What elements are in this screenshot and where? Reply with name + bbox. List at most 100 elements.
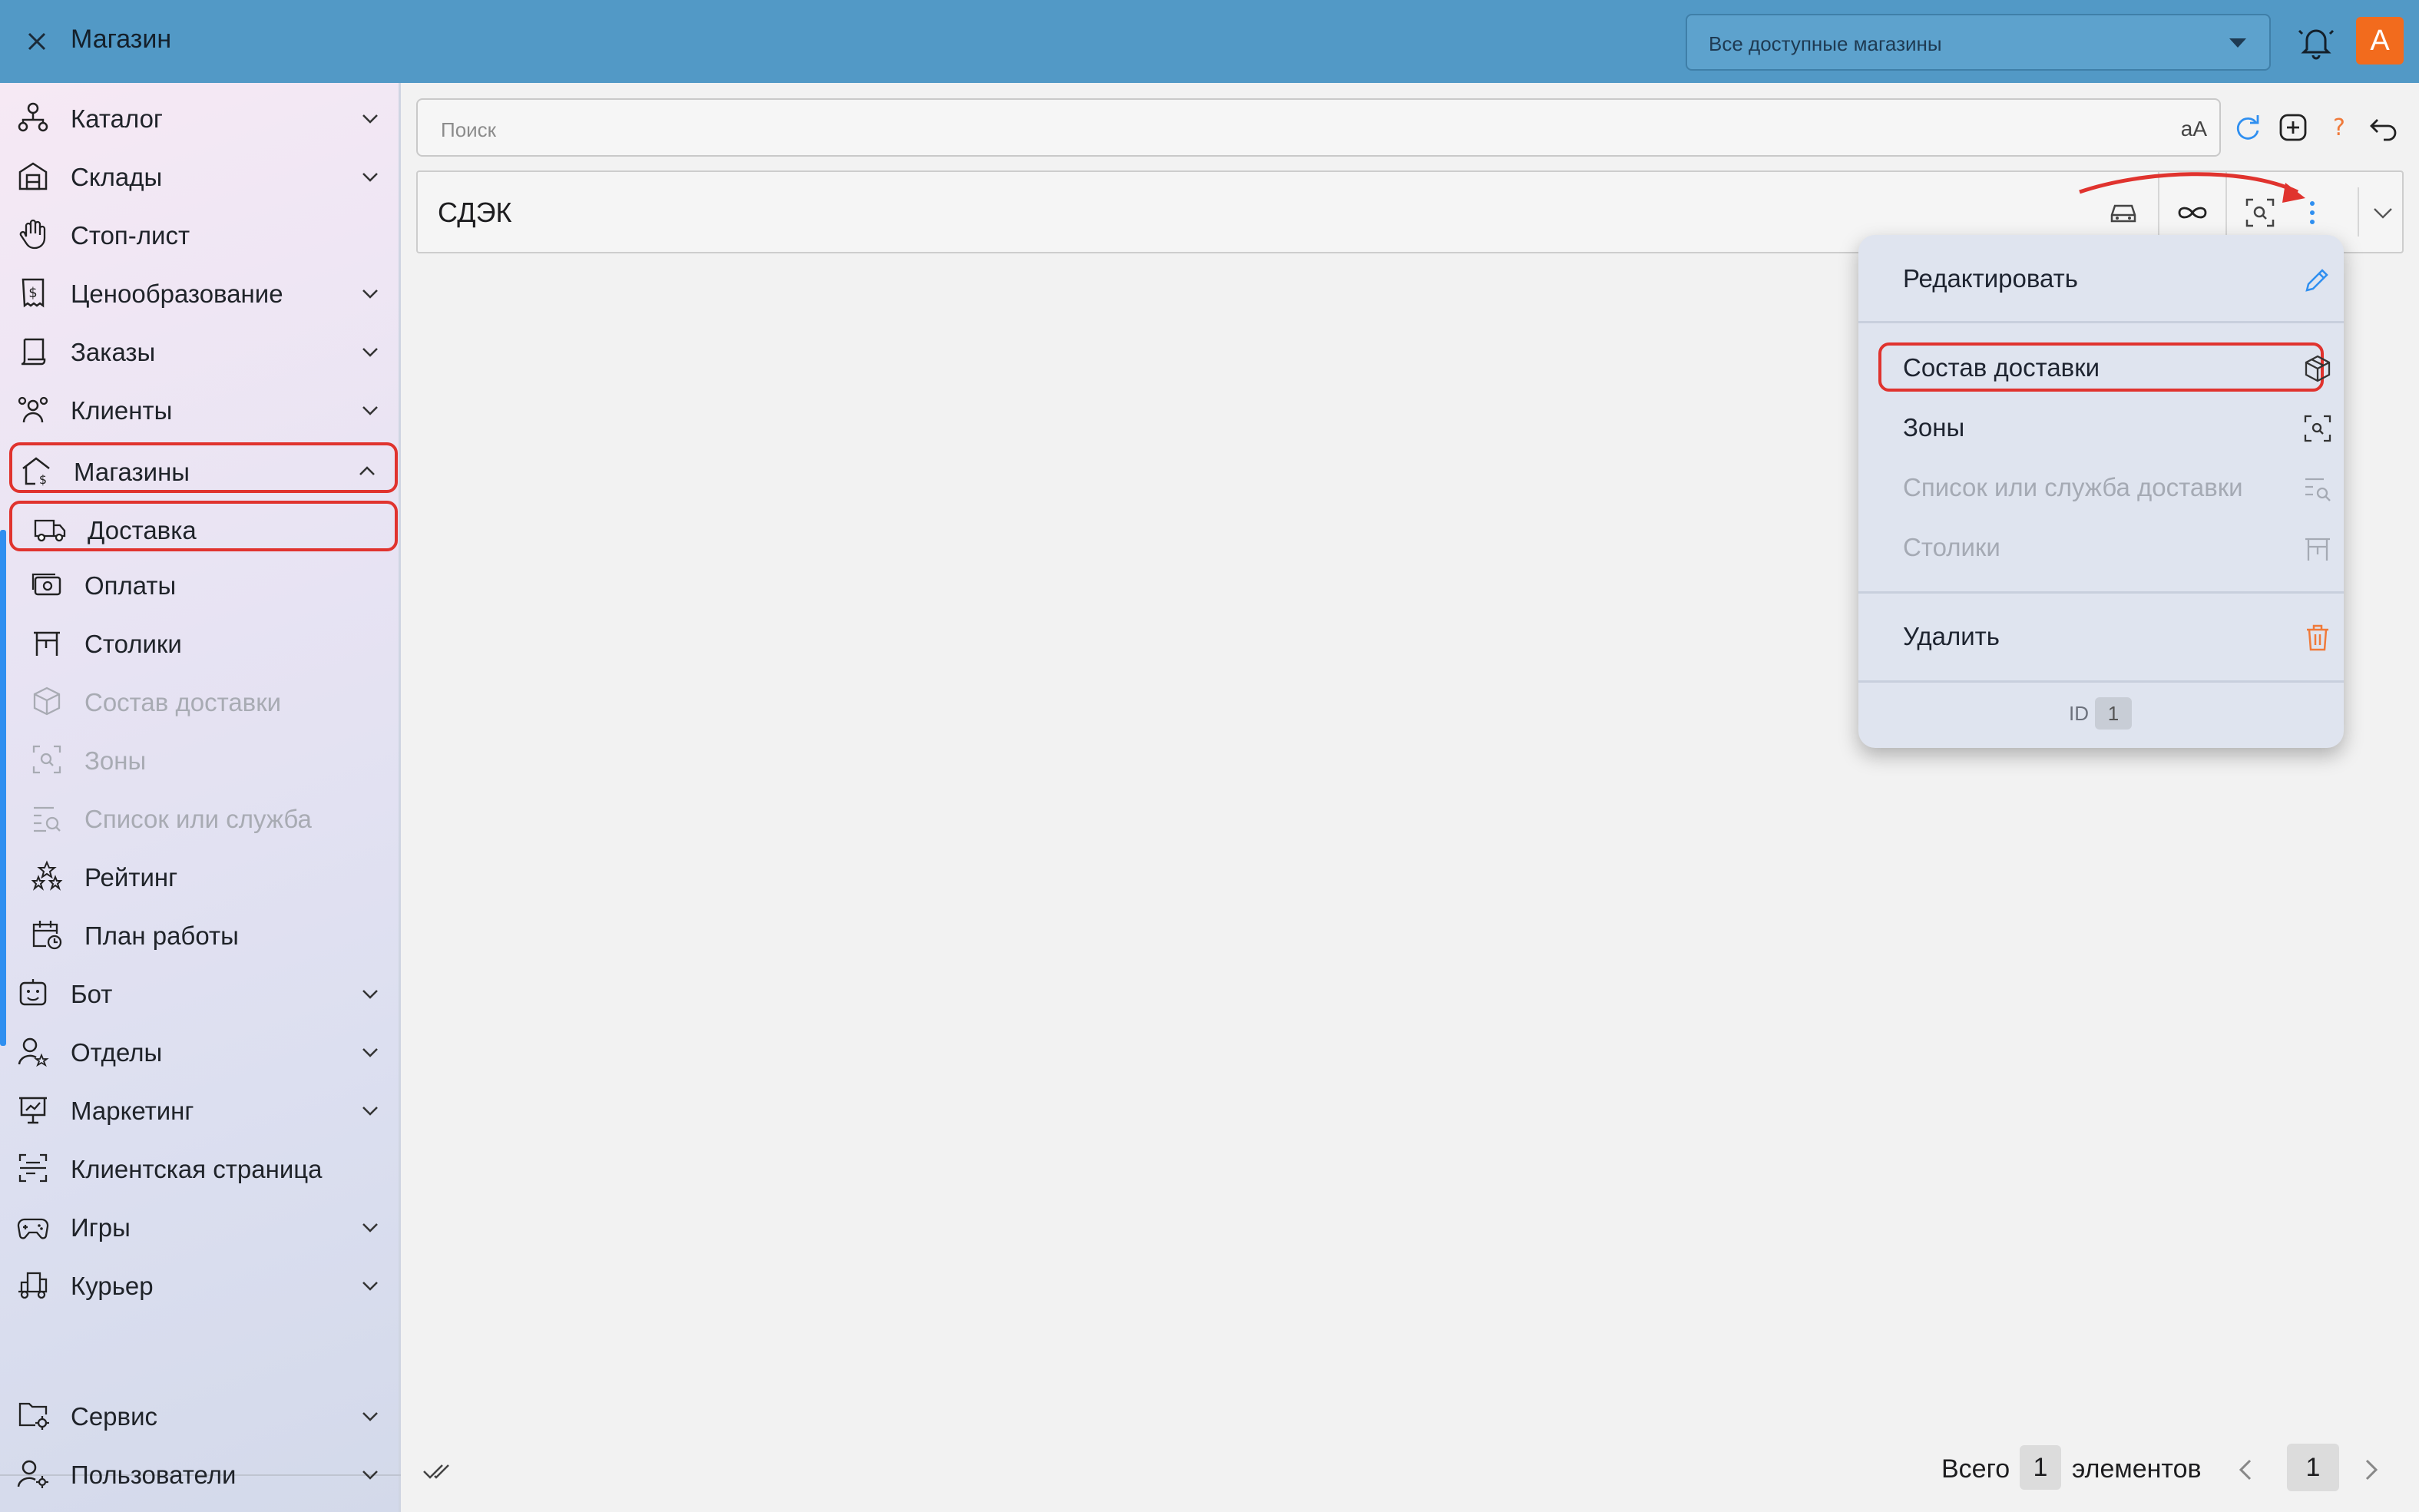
sidebar-item-label: Пользователи [71,1461,237,1489]
chevron-down-icon [362,348,378,357]
sidebar-item-label: Клиенты [71,396,173,425]
clients-icon [18,396,48,423]
sidebar-item-label: Курьер [71,1272,154,1300]
id-value: 1 [2095,697,2132,730]
zone-scan-icon [32,745,61,774]
store-select[interactable]: Все доступные магазины [1686,14,2271,71]
close-icon[interactable] [22,26,52,57]
menu-separator [1858,680,2344,683]
sidebar-item-users[interactable]: Пользователи [9,1448,398,1499]
store-select-value: Все доступные магазины [1709,32,1942,55]
svg-text:$: $ [28,285,37,301]
warehouse-icon [18,162,48,190]
sidebar-item-label: Сервис [71,1402,158,1431]
sidebar-item-label: Маркетинг [71,1097,194,1125]
sidebar-item-delivery[interactable]: Доставка [9,501,398,551]
back-icon[interactable] [2367,111,2401,144]
sidebar-item-label: Бот [71,980,113,1008]
add-icon[interactable] [2276,111,2310,144]
hand-stop-icon [19,219,46,250]
service-folder-icon [18,1402,49,1430]
chevron-down-icon [362,1048,378,1057]
dropdown-arrow-icon [2229,38,2246,48]
menu-item-zones[interactable]: Зоны [1903,404,2331,450]
users-settings-icon [17,1460,48,1488]
elements-label: элементов [2072,1454,2202,1484]
sidebar-item-warehouses[interactable]: Склады [9,151,398,201]
chevron-down-icon [362,1471,378,1480]
refresh-icon[interactable] [2230,111,2264,144]
menu-item-edit[interactable]: Редактировать [1903,255,2328,301]
help-icon[interactable]: ? [2322,111,2356,144]
list-search-icon [2305,478,2331,501]
bot-face-icon [19,979,47,1006]
sidebar-item-catalog[interactable]: Каталог [9,92,398,143]
sidebar-item-label: Магазины [74,458,190,486]
menu-item-label: Состав доставки [1903,353,2100,382]
sidebar-item-payments[interactable]: Оплаты [9,559,398,610]
sidebar-item-courier[interactable]: Курьер [9,1259,398,1310]
sidebar-item-label: Клиентская страница [71,1155,323,1183]
sidebar-item-bot[interactable]: Бот [9,968,398,1018]
package-box-icon [2305,355,2331,382]
sidebar-item-label: Список или служба [84,805,312,833]
sidebar-item-delivery-composition[interactable]: Состав доставки [9,676,398,726]
orders-scroll-icon [21,338,46,366]
bell-icon[interactable] [2295,20,2338,63]
chevron-down-icon [362,1107,378,1116]
calendar-clock-icon [32,921,62,950]
payment-cash-icon [31,573,61,596]
sidebar-item-shops[interactable]: $ Магазины [9,442,398,493]
chevron-left-icon[interactable] [2232,1454,2259,1485]
sidebar-item-tables[interactable]: Столики [9,617,398,668]
menu-item-label: Зоны [1903,413,1965,442]
gamepad-icon [17,1218,49,1239]
annotation-arrow [2079,172,2305,203]
double-check-icon[interactable] [421,1459,458,1484]
chevron-down-icon [362,1412,378,1421]
search-input[interactable]: Поиск aA [416,98,2221,157]
client-page-icon [18,1153,48,1183]
app-title: Магазин [71,25,172,54]
sidebar-item-departments[interactable]: Отделы [9,1026,398,1077]
page-number[interactable]: 1 [2287,1444,2339,1491]
pencil-icon [2305,269,2328,292]
sidebar-item-games[interactable]: Игры [9,1201,398,1252]
menu-item-label: Редактировать [1903,264,2078,293]
sidebar-item-rating[interactable]: Рейтинг [9,851,398,902]
sidebar-item-label: Заказы [71,338,156,366]
sidebar-item-client-page[interactable]: Клиентская страница [9,1143,398,1193]
rating-stars-icon [31,860,63,891]
sidebar-item-list-service[interactable]: Список или служба [9,792,398,843]
menu-item-list-service[interactable]: Список или служба доставки [1903,464,2331,510]
chevron-down-icon[interactable] [2365,195,2401,230]
total-count: 1 [2020,1445,2061,1490]
sidebar-item-clients[interactable]: Клиенты [9,384,398,435]
submenu-indicator [0,530,6,1046]
sidebar-item-marketing[interactable]: Маркетинг [9,1084,398,1135]
row-separator [2358,187,2359,237]
chevron-down-icon [362,406,378,415]
id-label: ID [2069,702,2089,725]
menu-item-delete[interactable]: Удалить [1903,613,2328,659]
chevron-down-icon [362,1223,378,1232]
chevron-right-icon[interactable] [2358,1454,2385,1485]
sidebar-item-pricing[interactable]: $ Ценообразование [9,267,398,318]
package-box-icon [33,687,61,716]
sidebar-item-stop-list[interactable]: Стоп-лист [9,209,398,260]
menu-item-tables[interactable]: Столики [1903,524,2330,570]
case-sensitive-toggle[interactable]: aA [2181,117,2207,141]
sidebar-item-orders[interactable]: Заказы [9,326,398,376]
sidebar-item-label: Каталог [71,104,163,133]
sidebar-item-label: Игры [71,1213,131,1242]
marketing-board-icon [19,1097,47,1124]
sidebar-item-label: Рейтинг [84,863,178,892]
shop-house-icon: $ [22,457,50,487]
avatar[interactable]: A [2356,17,2404,65]
chevron-down-icon [362,1282,378,1291]
sidebar-item-work-plan[interactable]: План работы [9,909,398,960]
menu-item-label: Столики [1903,533,2000,561]
menu-item-delivery-composition[interactable]: Состав доставки [1903,344,2331,390]
sidebar-item-zones[interactable]: Зоны [9,734,398,785]
sidebar-item-service[interactable]: Сервис [9,1390,398,1441]
